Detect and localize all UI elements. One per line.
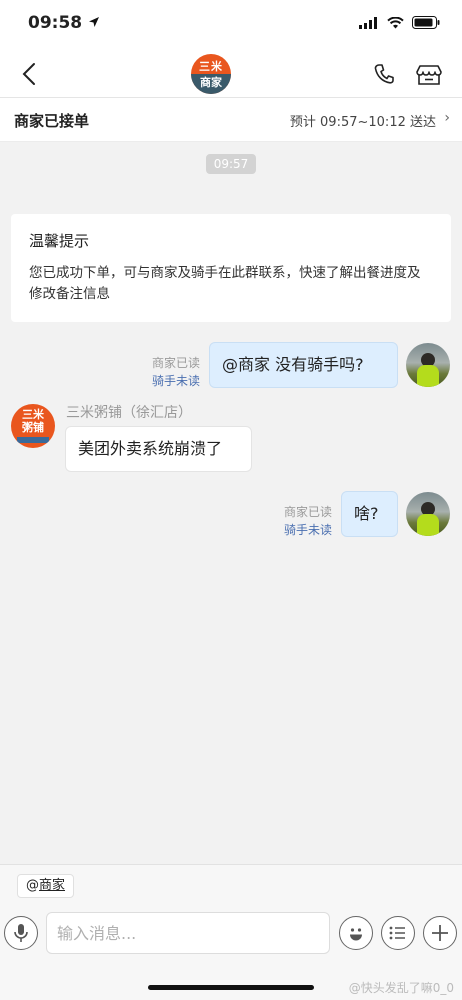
merchant-logo-line2: 商家 bbox=[191, 74, 231, 94]
chevron-left-icon bbox=[22, 63, 35, 85]
sender-name: 三米粥铺（徐汇店） bbox=[66, 405, 192, 421]
more-button[interactable] bbox=[423, 916, 457, 950]
back-button[interactable] bbox=[16, 60, 44, 88]
mention-prefix: @ bbox=[26, 878, 39, 893]
rider-read-status: 骑手未读 bbox=[151, 374, 200, 388]
emoji-icon bbox=[350, 928, 362, 941]
quick-reply-button[interactable] bbox=[381, 916, 415, 950]
chat-timestamp: 09:57 bbox=[206, 154, 256, 174]
shop-avatar[interactable]: 三米 粥铺 bbox=[11, 404, 55, 448]
status-time: 09:58 bbox=[28, 13, 100, 33]
order-bar[interactable]: 商家已接单 预计 09:57~10:12 送达 › bbox=[0, 98, 462, 142]
shop-button[interactable] bbox=[414, 60, 444, 88]
emoji-button[interactable] bbox=[339, 916, 373, 950]
order-eta: 预计 09:57~10:12 送达 bbox=[289, 115, 436, 130]
order-status: 商家已接单 bbox=[14, 112, 90, 130]
voice-button[interactable] bbox=[4, 916, 38, 950]
tip-title: 温馨提示 bbox=[29, 232, 90, 250]
chevron-right-icon: › bbox=[444, 110, 450, 126]
wifi-icon bbox=[387, 16, 404, 28]
shop-avatar-line2: 粥铺 bbox=[22, 421, 44, 434]
message-bubble-incoming[interactable]: 美团外卖系统崩溃了 bbox=[65, 426, 252, 472]
status-bar: 09:58 bbox=[0, 0, 462, 50]
mention-target: 商家 bbox=[39, 878, 66, 893]
shop-avatar-line1: 三米 bbox=[22, 408, 44, 421]
rider-read-status: 骑手未读 bbox=[283, 523, 332, 537]
watermark: @快头发乱了嘛0_0 bbox=[348, 981, 454, 995]
merchant-avatar[interactable]: 三米 商家 bbox=[191, 54, 231, 94]
composer: @商家 @快头发乱了嘛0_0 bbox=[0, 864, 462, 1000]
phone-icon bbox=[374, 64, 394, 84]
signal-icon bbox=[359, 16, 377, 29]
status-icons bbox=[359, 16, 440, 29]
plus-icon bbox=[432, 925, 448, 941]
home-indicator bbox=[148, 985, 314, 990]
tip-body: 您已成功下单，可与商家及骑手在此群联系，快速了解出餐进度及修改备注信息 bbox=[29, 265, 421, 302]
list-icon bbox=[389, 926, 405, 940]
tip-card: 温馨提示 您已成功下单，可与商家及骑手在此群联系，快速了解出餐进度及修改备注信息 bbox=[11, 214, 451, 322]
message-bubble-outgoing[interactable]: @商家 没有骑手吗? bbox=[209, 342, 398, 388]
user-avatar[interactable] bbox=[406, 492, 450, 536]
merchant-read-status: 商家已读 bbox=[151, 356, 200, 370]
phone-button[interactable] bbox=[370, 60, 398, 88]
microphone-icon bbox=[14, 924, 28, 942]
message-input[interactable] bbox=[46, 912, 330, 954]
message-bubble-outgoing[interactable]: 啥? bbox=[341, 491, 398, 537]
mention-merchant-chip[interactable]: @商家 bbox=[17, 874, 75, 898]
input-row bbox=[0, 909, 462, 957]
battery-icon bbox=[412, 16, 440, 29]
nav-bar: 三米 商家 bbox=[0, 50, 462, 98]
location-arrow-icon bbox=[89, 17, 100, 27]
merchant-logo-line1: 三米 bbox=[199, 60, 223, 73]
user-avatar[interactable] bbox=[406, 343, 450, 387]
shop-icon bbox=[416, 65, 442, 85]
merchant-read-status: 商家已读 bbox=[283, 505, 332, 519]
